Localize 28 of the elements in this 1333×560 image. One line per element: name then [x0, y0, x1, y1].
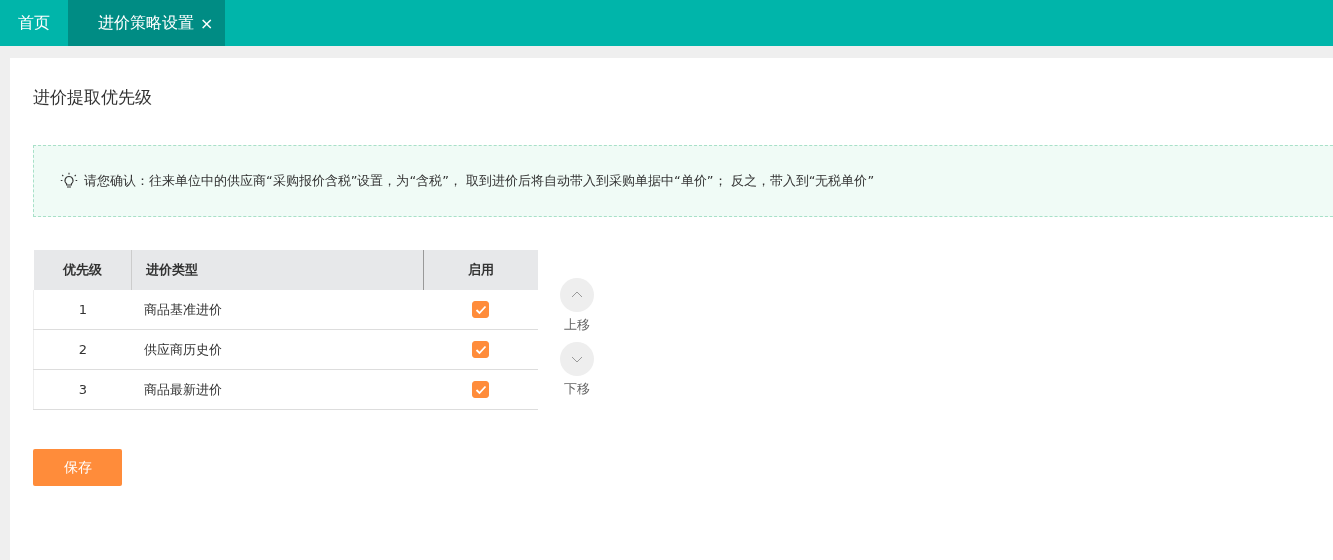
table-cell: 供应商历史价: [131, 329, 424, 370]
move-down-label[interactable]: 下移: [564, 380, 590, 398]
check-icon: [474, 384, 487, 395]
section-title: 进价提取优先级: [33, 86, 153, 109]
column-header: 启用: [423, 250, 538, 290]
checkbox[interactable]: [472, 341, 490, 358]
chevron-up-icon: [570, 290, 584, 300]
checkbox[interactable]: [472, 301, 490, 318]
tab[interactable]: 进价策略设置 ×: [68, 0, 226, 46]
column-header: 进价类型: [131, 250, 424, 290]
table-cell: 2: [33, 329, 132, 370]
table-cell: 商品基准进价: [131, 290, 424, 330]
check-icon: [474, 344, 487, 355]
lightbulb-icon: [60, 172, 78, 190]
column-header: 优先级: [33, 250, 132, 290]
table-cell: 1: [33, 290, 132, 330]
move-up-label[interactable]: 上移: [564, 316, 590, 334]
check-icon: [474, 304, 487, 315]
tab[interactable]: 首页: [0, 0, 68, 46]
save-button[interactable]: 保存: [33, 449, 122, 486]
chevron-down-icon: [570, 354, 584, 364]
checkbox[interactable]: [472, 381, 490, 398]
notice-text: 请您确认：往来单位中的供应商“采购报价含税”设置，为“含税”， 取到进价后将自动带入到采购单据中“单价”； 反之，带入到“无税单价”: [84, 172, 875, 190]
move-up-button[interactable]: [560, 278, 594, 312]
close-icon[interactable]: ×: [200, 13, 214, 33]
move-down-button[interactable]: [560, 342, 594, 376]
table-cell: 商品最新进价: [131, 369, 424, 410]
table-cell: 3: [33, 369, 132, 410]
